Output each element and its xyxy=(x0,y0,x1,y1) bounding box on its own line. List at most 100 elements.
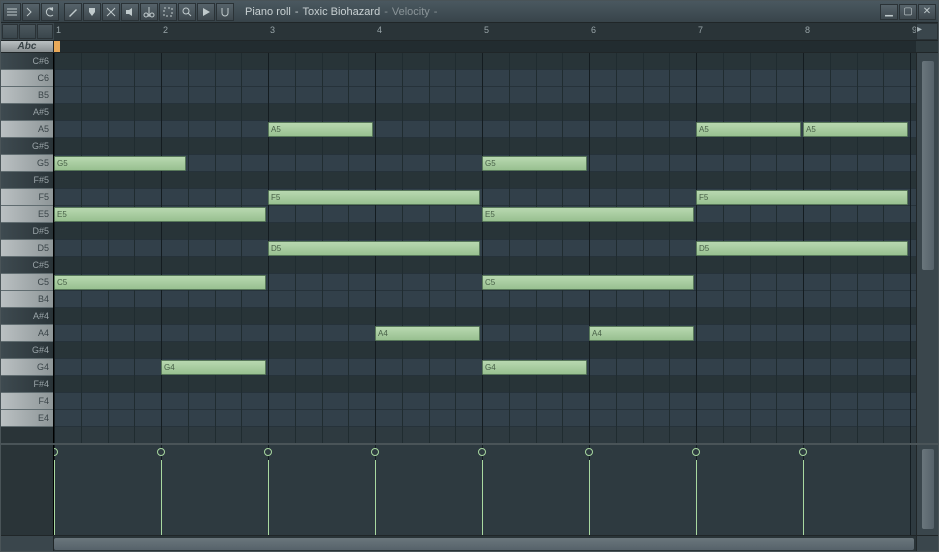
note-E5-9[interactable]: E5 xyxy=(482,207,694,222)
velocity-right-gutter xyxy=(916,445,938,535)
note-F5-14[interactable]: F5 xyxy=(696,190,908,205)
title-prefix: Piano roll xyxy=(245,6,291,18)
piano-key-E5[interactable]: E5 xyxy=(1,206,53,223)
piano-key-F#4[interactable]: F#4 xyxy=(1,376,53,393)
maximize-button[interactable]: ▢ xyxy=(899,4,917,20)
piano-key-E4[interactable]: E4 xyxy=(1,410,53,427)
collapse-button[interactable]: ▸ xyxy=(916,23,938,40)
note-A5-4[interactable]: A5 xyxy=(268,122,373,137)
velocity-handle-0[interactable] xyxy=(54,448,58,456)
note-C5-10[interactable]: C5 xyxy=(482,275,694,290)
piano-key-D5[interactable]: D5 xyxy=(1,240,53,257)
velocity-grid[interactable] xyxy=(54,445,916,535)
piano-key-F4[interactable]: F4 xyxy=(1,393,53,410)
piano-key-B4[interactable]: B4 xyxy=(1,291,53,308)
velocity-bar-5[interactable] xyxy=(589,460,590,535)
velocity-handle-3[interactable] xyxy=(371,448,379,456)
velocity-handle-6[interactable] xyxy=(692,448,700,456)
piano-key-B5[interactable]: B5 xyxy=(1,87,53,104)
ruler-bar-4: 4 xyxy=(377,25,382,35)
tool-delete[interactable] xyxy=(102,3,120,21)
tool-undo[interactable] xyxy=(41,3,59,21)
note-G4-3[interactable]: G4 xyxy=(161,360,266,375)
piano-key-F#5[interactable]: F#5 xyxy=(1,172,53,189)
velocity-left-gutter xyxy=(1,445,54,535)
piano-key-D#5[interactable]: D#5 xyxy=(1,223,53,240)
piano-key-C6[interactable]: C6 xyxy=(1,70,53,87)
minimize-button[interactable]: ▁ xyxy=(880,4,898,20)
toolbar xyxy=(1,3,235,21)
sub-toolbar: 123456789 ▸ xyxy=(1,23,938,41)
close-button[interactable]: ✕ xyxy=(918,4,936,20)
vertical-scroll-thumb[interactable] xyxy=(922,61,934,270)
vertical-scrollbar[interactable] xyxy=(916,53,938,443)
tool-snap[interactable] xyxy=(216,3,234,21)
sub-btn-2[interactable] xyxy=(19,24,35,39)
tool-options[interactable] xyxy=(22,3,40,21)
velocity-bar-7[interactable] xyxy=(803,460,804,535)
note-C5-2[interactable]: C5 xyxy=(54,275,266,290)
ruler-bar-1: 1 xyxy=(56,25,61,35)
velocity-scroll-thumb[interactable] xyxy=(922,449,934,529)
velocity-bar-6[interactable] xyxy=(696,460,697,535)
tool-paint[interactable] xyxy=(83,3,101,21)
piano-key-G#4[interactable]: G#4 xyxy=(1,342,53,359)
note-A4-12[interactable]: A4 xyxy=(589,326,694,341)
ruler-bar-8: 8 xyxy=(805,25,810,35)
note-G4-11[interactable]: G4 xyxy=(482,360,587,375)
note-A4-7[interactable]: A4 xyxy=(375,326,480,341)
note-G5-0[interactable]: G5 xyxy=(54,156,186,171)
note-D5-6[interactable]: D5 xyxy=(268,241,480,256)
tool-menu[interactable] xyxy=(3,3,21,21)
velocity-bar-1[interactable] xyxy=(161,460,162,535)
note-grid[interactable]: G5 E5 C5 G4 A5 F5 D5 A4 G5 E5 C5 G4 A4 A5 F5 D5 A5 xyxy=(54,53,916,443)
velocity-handle-7[interactable] xyxy=(799,448,807,456)
piano-key-G4[interactable]: G4 xyxy=(1,359,53,376)
tool-mute[interactable] xyxy=(121,3,139,21)
ruler-bar-6: 6 xyxy=(591,25,596,35)
velocity-bar-4[interactable] xyxy=(482,460,483,535)
note-F5-5[interactable]: F5 xyxy=(268,190,480,205)
timeline-ruler[interactable]: 123456789 xyxy=(54,23,916,40)
sub-btn-1[interactable] xyxy=(2,24,18,39)
piano-key-C5[interactable]: C5 xyxy=(1,274,53,291)
title-param-sep: - xyxy=(384,6,388,18)
piano-key-C#6[interactable]: C#6 xyxy=(1,53,53,70)
tool-draw[interactable] xyxy=(64,3,82,21)
velocity-handle-1[interactable] xyxy=(157,448,165,456)
velocity-handle-2[interactable] xyxy=(264,448,272,456)
horizontal-scroll-thumb[interactable] xyxy=(54,538,914,550)
horizontal-scrollbar[interactable] xyxy=(54,536,916,551)
piano-key-A#4[interactable]: A#4 xyxy=(1,308,53,325)
piano-key-F5[interactable]: F5 xyxy=(1,189,53,206)
note-D5-15[interactable]: D5 xyxy=(696,241,908,256)
ruler-bar-9: 9 xyxy=(912,25,916,35)
ruler-bar-7: 7 xyxy=(698,25,703,35)
piano-key-A5[interactable]: A5 xyxy=(1,121,53,138)
piano-keyboard[interactable]: C#6C6B5A#5A5G#5G5F#5F5E5D#5D5C#5C5B4A#4A… xyxy=(1,53,54,443)
title-param: Velocity xyxy=(392,6,430,18)
tool-slice[interactable] xyxy=(140,3,158,21)
playhead-marker[interactable] xyxy=(54,41,60,52)
note-G5-8[interactable]: G5 xyxy=(482,156,587,171)
piano-key-G#5[interactable]: G#5 xyxy=(1,138,53,155)
velocity-handle-4[interactable] xyxy=(478,448,486,456)
piano-key-A#5[interactable]: A#5 xyxy=(1,104,53,121)
note-E5-1[interactable]: E5 xyxy=(54,207,266,222)
tool-playback[interactable] xyxy=(197,3,215,21)
key-label-mode[interactable]: Abc xyxy=(1,41,54,52)
note-A5-13[interactable]: A5 xyxy=(696,122,801,137)
piano-key-G5[interactable]: G5 xyxy=(1,155,53,172)
tool-select[interactable] xyxy=(159,3,177,21)
playhead-track[interactable] xyxy=(54,41,916,52)
piano-key-C#5[interactable]: C#5 xyxy=(1,257,53,274)
velocity-handle-5[interactable] xyxy=(585,448,593,456)
tool-zoom[interactable] xyxy=(178,3,196,21)
velocity-bar-2[interactable] xyxy=(268,460,269,535)
note-A5-16[interactable]: A5 xyxy=(803,122,908,137)
velocity-bar-3[interactable] xyxy=(375,460,376,535)
main-area: C#6C6B5A#5A5G#5G5F#5F5E5D#5D5C#5C5B4A#4A… xyxy=(1,53,938,443)
sub-btn-3[interactable] xyxy=(37,24,53,39)
piano-key-A4[interactable]: A4 xyxy=(1,325,53,342)
velocity-bar-0[interactable] xyxy=(54,460,55,535)
